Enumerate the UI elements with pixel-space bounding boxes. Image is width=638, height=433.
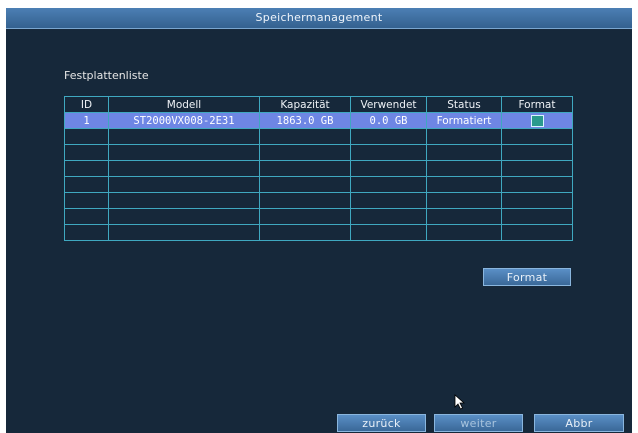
empty-cell — [501, 208, 573, 225]
empty-cell — [64, 128, 109, 145]
empty-cell — [350, 160, 427, 177]
empty-cell — [108, 160, 260, 177]
cell-model: ST2000VX008-2E31 — [108, 112, 260, 129]
mouse-pointer-icon — [454, 394, 466, 410]
table-row[interactable] — [64, 176, 573, 193]
empty-cell — [501, 144, 573, 161]
window-title: Speichermanagement — [6, 8, 632, 29]
empty-cell — [350, 208, 427, 225]
table-row[interactable] — [64, 208, 573, 225]
empty-cell — [108, 128, 260, 145]
empty-cell — [108, 192, 260, 209]
cell-format — [501, 112, 573, 129]
empty-cell — [259, 128, 351, 145]
disk-table: ID Modell Kapazität Verwendet Status For… — [64, 96, 573, 241]
empty-cell — [108, 224, 260, 241]
empty-cell — [259, 192, 351, 209]
empty-cell — [64, 176, 109, 193]
empty-cell — [259, 144, 351, 161]
empty-cell — [426, 192, 502, 209]
empty-cell — [350, 144, 427, 161]
col-header-model: Modell — [108, 96, 260, 113]
empty-cell — [501, 192, 573, 209]
cell-id: 1 — [64, 112, 109, 129]
col-header-capacity: Kapazität — [259, 96, 351, 113]
empty-cell — [350, 128, 427, 145]
cell-status: Formatiert — [426, 112, 502, 129]
empty-cell — [350, 176, 427, 193]
empty-cell — [259, 224, 351, 241]
table-row[interactable] — [64, 224, 573, 241]
empty-cell — [64, 144, 109, 161]
format-button[interactable]: Format — [483, 268, 571, 286]
empty-cell — [108, 144, 260, 161]
empty-cell — [426, 208, 502, 225]
empty-cell — [426, 176, 502, 193]
empty-cell — [426, 224, 502, 241]
empty-cell — [64, 192, 109, 209]
storage-management-window: Speichermanagement Festplattenliste ID M… — [6, 8, 632, 433]
empty-cell — [259, 176, 351, 193]
next-button[interactable]: weiter — [434, 414, 523, 432]
empty-cell — [259, 208, 351, 225]
empty-cell — [501, 128, 573, 145]
table-header-row: ID Modell Kapazität Verwendet Status For… — [64, 96, 573, 113]
disk-list-title: Festplattenliste — [64, 69, 149, 82]
empty-cell — [426, 128, 502, 145]
table-row[interactable] — [64, 192, 573, 209]
empty-cell — [108, 176, 260, 193]
cell-capacity: 1863.0 GB — [259, 112, 351, 129]
table-row[interactable] — [64, 144, 573, 161]
col-header-status: Status — [426, 96, 502, 113]
table-row[interactable]: 1 ST2000VX008-2E31 1863.0 GB 0.0 GB Form… — [64, 112, 573, 129]
empty-cell — [350, 224, 427, 241]
empty-cell — [501, 176, 573, 193]
empty-cell — [259, 160, 351, 177]
format-checkbox-icon[interactable] — [530, 114, 544, 127]
col-header-id: ID — [64, 96, 109, 113]
empty-cell — [64, 160, 109, 177]
table-row[interactable] — [64, 128, 573, 145]
empty-cell — [350, 192, 427, 209]
empty-cell — [501, 224, 573, 241]
empty-cell — [426, 144, 502, 161]
cell-used: 0.0 GB — [350, 112, 427, 129]
back-button[interactable]: zurück — [337, 414, 426, 432]
table-row[interactable] — [64, 160, 573, 177]
empty-cell — [108, 208, 260, 225]
empty-cell — [426, 160, 502, 177]
cancel-button[interactable]: Abbr — [534, 414, 624, 432]
empty-cell — [64, 208, 109, 225]
empty-cell — [64, 224, 109, 241]
col-header-used: Verwendet — [350, 96, 427, 113]
empty-cell — [501, 160, 573, 177]
col-header-format: Format — [501, 96, 573, 113]
